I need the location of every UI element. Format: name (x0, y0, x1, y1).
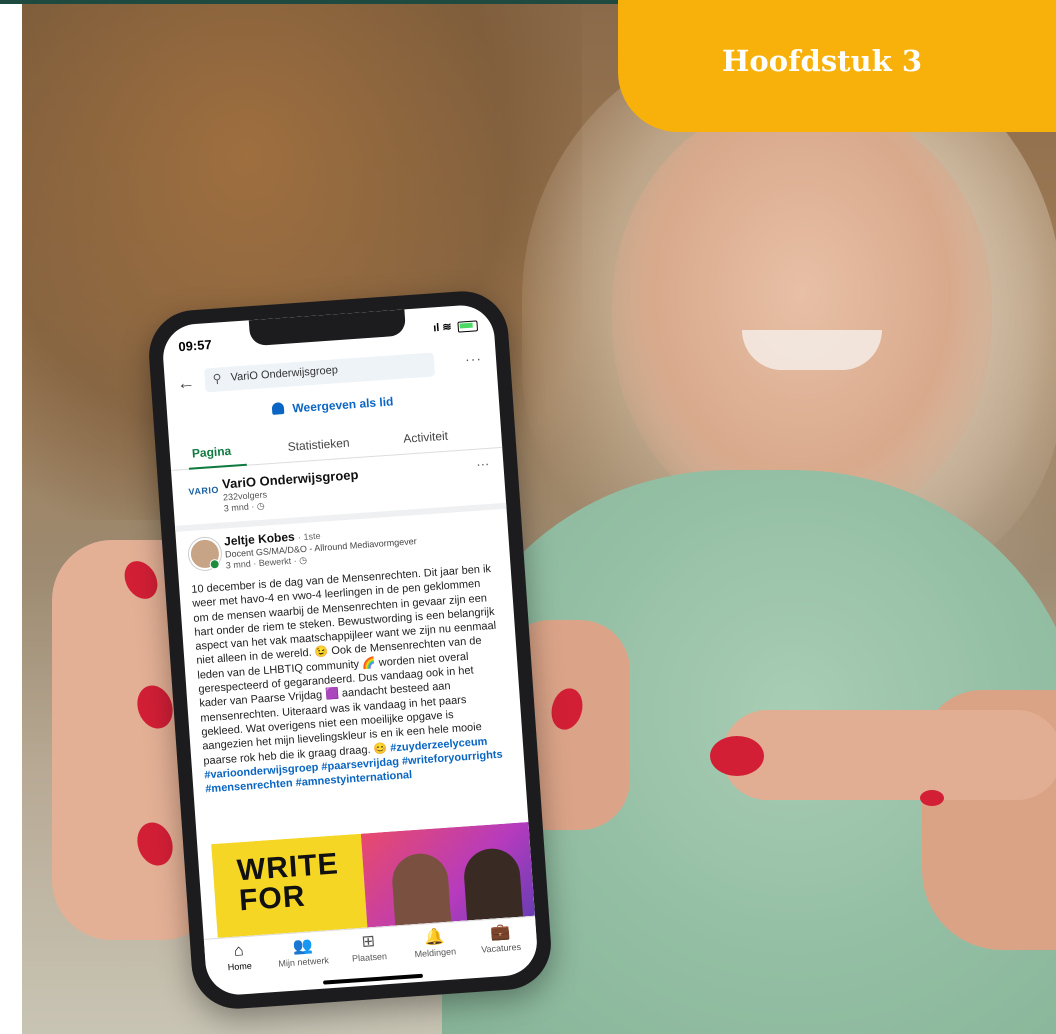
write-for-rights-poster: WRITE FOR (211, 833, 368, 938)
connection-degree: · 1ste (297, 530, 321, 543)
smile (742, 330, 882, 370)
nav-jobs-label: Vacatures (480, 941, 522, 955)
battery-icon (457, 319, 479, 333)
pointing-finger (722, 710, 1056, 800)
online-status-icon (209, 558, 221, 570)
tab-pagina[interactable]: Pagina (191, 444, 231, 461)
active-tab-indicator (188, 463, 247, 470)
nav-home-label: Home (227, 960, 253, 973)
top-strip (0, 0, 620, 4)
nav-home[interactable]: ⌂ Home (208, 939, 270, 973)
phone-notch (248, 309, 407, 347)
status-icons: ıl ≋ (432, 318, 479, 335)
search-icon: ⚲ (212, 371, 223, 386)
company-name[interactable]: VariO Onderwijsgroep (222, 467, 359, 491)
tab-activiteit[interactable]: Activiteit (403, 429, 449, 446)
nav-notifications[interactable]: 🔔 Meldingen (404, 926, 466, 960)
briefcase-icon: 💼 (489, 923, 511, 942)
tab-statistieken[interactable]: Statistieken (287, 436, 350, 454)
page-margin (0, 0, 22, 1034)
post-body: 10 december is de dag van de Mensenrecht… (191, 562, 511, 797)
add-post-icon: ⊞ (361, 932, 376, 951)
status-time: 09:57 (177, 336, 213, 355)
company-logo: VARIO (188, 484, 220, 497)
company-more-icon[interactable]: ··· (476, 456, 490, 472)
smartphone: 09:57 ıl ≋ ← ⚲ VariO Onderwijsgroep ··· … (146, 288, 554, 1012)
nav-jobs[interactable]: 💼 Vacatures (469, 921, 531, 955)
fingernail (710, 736, 764, 776)
person-icon (271, 402, 285, 415)
nav-network-label: Mijn netwerk (278, 955, 330, 969)
nav-post-label: Plaatsen (351, 951, 388, 964)
portrait-person (462, 846, 524, 921)
nav-network[interactable]: 👥 Mijn netwerk (272, 935, 334, 969)
chapter-tab: Hoofdstuk 3 (618, 0, 1056, 132)
nav-post[interactable]: ⊞ Plaatsen (338, 930, 400, 964)
nav-notifications-label: Meldingen (414, 946, 457, 960)
wifi-icon: ≋ (442, 321, 453, 334)
portrait-person (390, 851, 452, 926)
back-arrow-icon[interactable]: ← (176, 372, 195, 394)
phone-screen: 09:57 ıl ≋ ← ⚲ VariO Onderwijsgroep ··· … (160, 303, 540, 997)
more-options-icon[interactable]: ··· (464, 350, 482, 367)
post-text: 10 december is de dag van de Mensenrecht… (191, 562, 497, 768)
view-as-member-label: Weergeven als lid (291, 394, 394, 416)
company-post-age: 3 mnd · ◷ (223, 500, 265, 514)
search-query: VariO Onderwijsgroep (230, 364, 339, 384)
poster-portraits (360, 821, 535, 928)
fingernail (920, 790, 944, 806)
chapter-label: Hoofdstuk 3 (722, 44, 923, 78)
signal-icon: ıl (432, 321, 440, 335)
face (612, 100, 992, 530)
home-icon: ⌂ (233, 942, 245, 960)
poster-text: WRITE FOR (235, 847, 340, 918)
